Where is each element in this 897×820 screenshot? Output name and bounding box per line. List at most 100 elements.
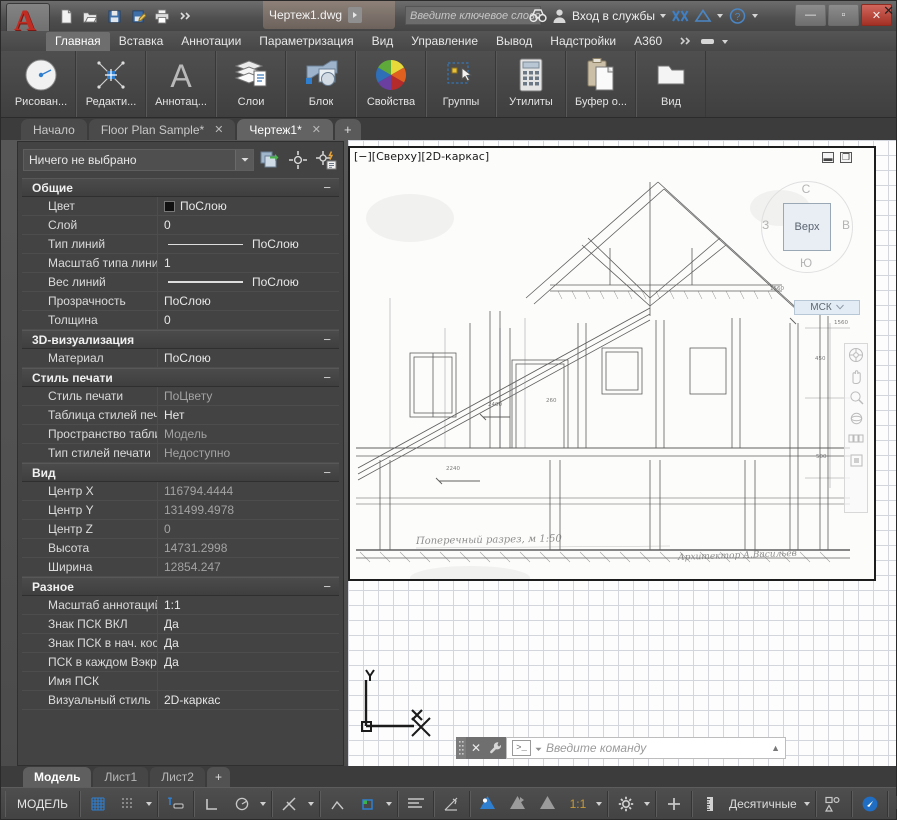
isolate-objects-icon[interactable] xyxy=(820,792,848,816)
autodesk-exchange-icon[interactable] xyxy=(671,8,689,24)
question-help-icon[interactable]: ? xyxy=(728,7,747,25)
ortho-icon[interactable] xyxy=(198,792,226,816)
double-chevron-icon[interactable] xyxy=(175,6,197,27)
drawing-viewport-window[interactable]: 1560 2400 2240 450 500 260 1560 Поперечн… xyxy=(348,146,876,581)
property-value[interactable]: ПоСлою xyxy=(157,235,339,253)
quick-calc-icon[interactable] xyxy=(314,148,338,172)
property-row-ucs-icon-at-origin[interactable]: Знак ПСК в нач. коо... Да xyxy=(22,634,339,653)
autodesk-360-icon[interactable] xyxy=(694,8,712,24)
gear-icon[interactable] xyxy=(612,792,640,816)
zoom-magnifier-icon[interactable] xyxy=(847,389,865,405)
close-icon[interactable]: ✕ xyxy=(312,123,321,136)
workspace-chevron-icon[interactable] xyxy=(643,801,650,806)
property-row-visual-style[interactable]: Визуальный стиль 2D-каркас xyxy=(22,691,339,710)
property-row-center-x[interactable]: Центр X 116794.4444 xyxy=(22,482,339,501)
properties-list[interactable]: Общие − Цвет ПоСлою Слой 0 Тип линий ПоС… xyxy=(18,178,343,765)
close-icon[interactable]: ✕ xyxy=(214,123,223,136)
search-input[interactable]: Введите ключевое слово/фразу xyxy=(405,6,541,25)
new-file-icon[interactable] xyxy=(55,6,77,27)
grid-icon[interactable] xyxy=(84,792,112,816)
units-label[interactable]: Десятичные xyxy=(726,792,800,816)
property-row-layer[interactable]: Слой 0 xyxy=(22,216,339,235)
polar-icon[interactable] xyxy=(228,792,256,816)
osnap-icon[interactable] xyxy=(276,792,304,816)
floppy-save-icon[interactable] xyxy=(103,6,125,27)
layout-tab-model[interactable]: Модель xyxy=(23,767,92,787)
tab-nadstroyki[interactable]: Надстройки xyxy=(541,32,625,51)
panel-clipboard[interactable]: Буфер о... xyxy=(566,51,636,117)
property-value[interactable]: Да xyxy=(157,634,339,652)
save-as-icon[interactable] xyxy=(127,6,149,27)
panel-properties[interactable]: Свойства xyxy=(356,51,426,117)
property-value[interactable]: ПоСлою xyxy=(157,349,339,367)
collapse-icon[interactable]: − xyxy=(323,181,331,194)
panel-groups[interactable]: Группы xyxy=(426,51,496,117)
property-row-lineweight[interactable]: Вес линий ПоСлою xyxy=(22,273,339,292)
property-row-color[interactable]: Цвет ПоСлою xyxy=(22,197,339,216)
property-row-transparency[interactable]: Прозрачность ПоСлою xyxy=(22,292,339,311)
compass-west-label[interactable]: З xyxy=(762,218,769,232)
add-status-item-button[interactable] xyxy=(660,792,688,816)
ribbon-minimize-icon[interactable] xyxy=(700,35,715,49)
property-value[interactable]: 1:1 xyxy=(157,596,339,614)
panel-modify[interactable]: Редакти... xyxy=(76,51,146,117)
annotation-scale-value[interactable]: 1:1 xyxy=(564,792,592,816)
property-row-width[interactable]: Ширина 12854.247 xyxy=(22,558,339,577)
pan-hand-icon[interactable] xyxy=(847,368,865,384)
tab-vyvod[interactable]: Вывод xyxy=(487,32,541,51)
property-value[interactable]: Да xyxy=(157,653,339,671)
tab-vstavka[interactable]: Вставка xyxy=(110,32,173,51)
polar-settings-chevron-icon[interactable] xyxy=(259,801,266,806)
collapse-icon[interactable]: − xyxy=(323,466,331,479)
property-group-header-raznoe[interactable]: Разное − xyxy=(22,577,339,596)
property-row-ucs-name[interactable]: Имя ПСК xyxy=(22,672,339,691)
panel-utilities[interactable]: Утилиты xyxy=(496,51,566,117)
ucs-selector-dropdown[interactable]: МСК xyxy=(794,300,860,315)
hardware-accel-icon[interactable] xyxy=(856,792,884,816)
units-chevron-icon[interactable] xyxy=(803,801,810,806)
property-row-annotation-scale[interactable]: Масштаб аннотаций 1:1 xyxy=(22,596,339,615)
help-chevron-icon[interactable] xyxy=(752,14,758,18)
snap-dots-icon[interactable] xyxy=(114,792,142,816)
property-row-plot-style[interactable]: Стиль печати ПоЦвету xyxy=(22,387,339,406)
tab-annotacii[interactable]: Аннотации xyxy=(172,32,250,51)
document-title-tab[interactable]: Чертеж1.dwg xyxy=(263,1,395,29)
open-folder-icon[interactable] xyxy=(79,6,101,27)
snap-settings-chevron-icon[interactable] xyxy=(145,801,152,806)
property-value[interactable]: Да xyxy=(157,615,339,633)
property-row-thickness[interactable]: Толщина 0 xyxy=(22,311,339,330)
view-cube[interactable]: С Ю З В Верх xyxy=(758,178,854,274)
quick-select-icon[interactable] xyxy=(258,148,282,172)
steering-wheel-icon[interactable] xyxy=(847,347,865,363)
panel-view[interactable]: Вид xyxy=(636,51,706,117)
infer-icon[interactable] xyxy=(162,792,190,816)
annotation-scale-chevron-icon[interactable] xyxy=(595,801,602,806)
double-chevron-icon[interactable] xyxy=(679,35,693,49)
property-group-header-3d-vizualizaciya[interactable]: 3D-визуализация − xyxy=(22,330,339,349)
navigation-bar[interactable] xyxy=(844,343,868,513)
collapse-icon[interactable]: − xyxy=(323,371,331,384)
panel-layers[interactable]: Слои xyxy=(216,51,286,117)
panel-annotation[interactable]: A Аннотац... xyxy=(146,51,216,117)
orbit-icon[interactable] xyxy=(847,410,865,426)
collapse-icon[interactable]: − xyxy=(323,333,331,346)
file-tab-chertezh1[interactable]: Чертеж1* ✕ xyxy=(237,119,333,140)
property-row-center-z[interactable]: Центр Z 0 xyxy=(22,520,339,539)
property-row-plot-table-space[interactable]: Пространство табли... Модель xyxy=(22,425,339,444)
property-value[interactable]: 1 xyxy=(157,254,339,272)
ducs-settings-chevron-icon[interactable] xyxy=(385,801,392,806)
tab-upravlenie[interactable]: Управление xyxy=(402,32,487,51)
command-line-close-button[interactable]: ✕ xyxy=(466,737,486,759)
property-group-header-obshchie[interactable]: Общие − xyxy=(22,178,339,197)
command-line[interactable]: ✕ >_ Введите команду ▲ xyxy=(456,736,786,760)
property-group-header-vid[interactable]: Вид − xyxy=(22,463,339,482)
binoculars-icon[interactable] xyxy=(529,8,547,24)
new-layout-button[interactable]: + xyxy=(206,767,230,787)
properties-palette[interactable]: Ничего не выбрано Общие − Цвет ПоСлою Сл… xyxy=(17,141,344,766)
tab-glavnaya[interactable]: Главная xyxy=(46,32,110,51)
property-row-linetype-scale[interactable]: Масштаб типа линий 1 xyxy=(22,254,339,273)
layout-tab-list1[interactable]: Лист1 xyxy=(93,767,149,787)
minimize-button[interactable]: — xyxy=(795,4,826,26)
new-file-tab-button[interactable]: + xyxy=(335,119,361,140)
compass-north-label[interactable]: С xyxy=(758,182,854,196)
